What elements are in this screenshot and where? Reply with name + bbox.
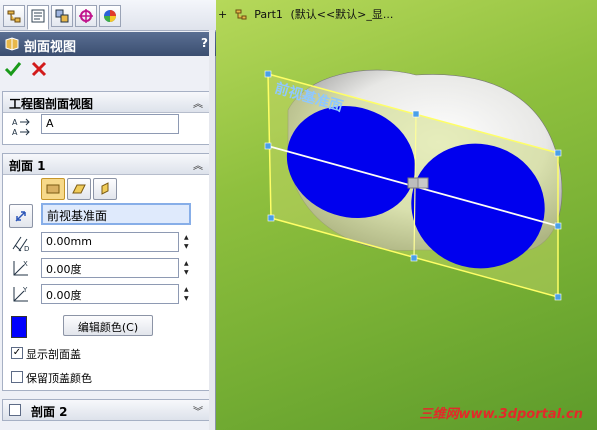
svg-text:A: A <box>12 128 18 137</box>
tab-feature-manager[interactable] <box>3 5 25 27</box>
plane-center-handle <box>407 177 419 189</box>
chevron-down-icon[interactable]: ︾ <box>193 403 203 418</box>
svg-text:A: A <box>12 118 18 127</box>
label-arrows-icon: AA <box>11 116 33 138</box>
checkmark-icon <box>4 62 22 77</box>
close-icon <box>31 61 47 77</box>
edit-color-button[interactable]: 编辑颜色(C) <box>63 315 153 336</box>
help-icon[interactable]: ? <box>201 36 208 50</box>
reverse-arrow-icon <box>15 211 26 222</box>
tab-property-manager[interactable] <box>27 5 49 30</box>
front-plane-button[interactable] <box>41 178 65 200</box>
angle-x-input[interactable]: 0.00度 <box>41 258 179 278</box>
group-title: 工程图剖面视图 <box>9 97 94 111</box>
chevron-up-icon[interactable]: ︽ <box>193 95 203 110</box>
group-header[interactable]: 剖面 1 ︽ <box>3 154 209 175</box>
right-plane-button[interactable] <box>93 178 117 200</box>
angle-y-input[interactable]: 0.00度 <box>41 284 179 304</box>
panel-scrollbar[interactable] <box>209 30 215 430</box>
color-wheel-icon <box>104 10 116 22</box>
reverse-direction-button[interactable] <box>9 204 33 228</box>
configuration-icon <box>55 9 69 23</box>
group-header[interactable]: 工程图剖面视图 ︽ <box>3 92 209 113</box>
chevron-up-icon[interactable]: ︽ <box>193 157 203 172</box>
cancel-button[interactable] <box>30 60 50 80</box>
part-icon <box>234 7 248 24</box>
svg-text:D: D <box>24 245 29 253</box>
panel-title: 剖面视图 <box>24 40 77 55</box>
feature-tree-icon <box>7 10 21 23</box>
panel-title-bar: 剖面视图 ? <box>0 32 216 56</box>
group-title: 剖面 2 <box>31 405 68 419</box>
plane-top-icon <box>72 184 86 194</box>
section-2-checkbox[interactable] <box>9 404 21 416</box>
manager-tab-bar <box>0 0 216 31</box>
angle-y-icon: Y <box>11 284 33 306</box>
tab-configuration-manager[interactable] <box>51 5 73 27</box>
show-section-cap-label: 显示剖面盖 <box>26 348 81 361</box>
property-sheet-icon <box>31 9 45 23</box>
feature-tree-flyout[interactable]: + Part1 (默认<<默认>_显... <box>218 6 393 24</box>
tab-display-manager[interactable] <box>99 5 121 27</box>
keep-top-cap-color-label: 保留顶盖颜色 <box>26 372 92 385</box>
property-manager-panel: 剖面视图 ? 工程图剖面视图 ︽ AA A 剖面 1 ︽ 前视基准面 D 0.0… <box>0 0 216 430</box>
ok-button[interactable] <box>4 60 24 80</box>
model-view[interactable]: 前视基准面 <box>216 0 597 430</box>
svg-text:Y: Y <box>22 286 28 294</box>
section-color-swatch <box>11 316 27 338</box>
graphics-viewport[interactable]: 前视基准面 <box>216 0 597 430</box>
expand-icon[interactable]: + <box>218 8 227 21</box>
section-1-group: 剖面 1 ︽ 前视基准面 D 0.00mm ▲ ▼ X 0.00度 ▲ ▼ Y … <box>2 153 210 391</box>
top-plane-button[interactable] <box>67 178 91 200</box>
group-title: 剖面 1 <box>9 159 46 173</box>
group-header[interactable]: 剖面 2 ︾ <box>3 400 209 420</box>
watermark: 三维网www.3dportal.cn <box>419 407 583 422</box>
tab-dimxpert-manager[interactable] <box>75 5 97 27</box>
show-section-cap-checkbox[interactable]: ✓ <box>11 347 23 359</box>
drawing-section-view-group: 工程图剖面视图 ︽ AA A <box>2 91 210 145</box>
distance-input[interactable]: 0.00mm <box>41 232 179 252</box>
section-2-group: 剖面 2 ︾ <box>2 399 210 421</box>
plane-right-icon <box>101 182 109 195</box>
angle-x-spinner[interactable]: ▲ ▼ <box>184 259 193 279</box>
angle-y-spinner[interactable]: ▲ ▼ <box>184 285 193 305</box>
distance-spinner[interactable]: ▲ ▼ <box>184 233 193 253</box>
dimxpert-crosshair-icon <box>79 9 93 23</box>
section-view-icon <box>4 36 20 55</box>
reference-plane-selection[interactable]: 前视基准面 <box>41 203 191 225</box>
offset-distance-icon: D <box>11 233 33 255</box>
angle-x-icon: X <box>11 258 33 280</box>
configuration-name: (默认<<默认>_显... <box>290 8 394 21</box>
section-label-input[interactable]: A <box>41 114 179 134</box>
part-name[interactable]: Part1 <box>254 8 283 21</box>
svg-text:X: X <box>23 260 28 268</box>
plane-front-icon <box>46 184 60 194</box>
keep-top-cap-color-checkbox[interactable] <box>11 371 23 383</box>
